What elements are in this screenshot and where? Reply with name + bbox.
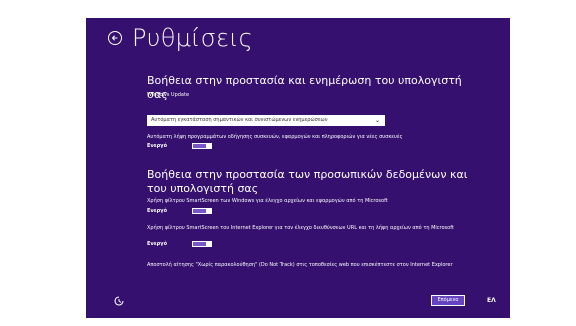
driver-download-state: Ενεργό	[147, 143, 168, 149]
smartscreen-ie-text: Χρήση φίλτρου SmartScreen του Internet E…	[147, 225, 454, 231]
section-heading-update: Βοήθεια στην προστασία και ενημέρωση του…	[147, 74, 462, 101]
language-indicator[interactable]: ΕΛ	[487, 297, 496, 304]
smartscreen-windows-state: Ενεργό	[147, 208, 168, 214]
smartscreen-ie-state: Ενεργό	[147, 241, 168, 247]
toggle-thumb	[206, 143, 212, 149]
chevron-down-icon: ⌄	[374, 117, 380, 124]
do-not-track-text: Αποστολή αίτησης "Χωρίς παρακολούθηση" (…	[147, 262, 453, 268]
smartscreen-ie-toggle[interactable]	[192, 241, 212, 247]
driver-download-toggle[interactable]	[192, 143, 212, 149]
toggle-thumb	[206, 241, 212, 247]
page-title: Ρυθμίσεις	[132, 24, 253, 52]
driver-download-text: Αυτόματη λήψη προγραμμάτων οδήγησης συσκ…	[147, 134, 403, 140]
smartscreen-windows-text: Χρήση φίλτρου SmartScreen των Windows γι…	[147, 198, 388, 204]
windows-update-label: Windows Update	[147, 92, 190, 98]
toggle-thumb	[206, 208, 212, 214]
windows-update-select-value: Αυτόματη εγκατάσταση σημαντικών και συνι…	[151, 117, 328, 123]
ease-of-access-icon[interactable]	[114, 296, 124, 306]
next-button[interactable]: Επόμενο	[431, 295, 465, 306]
settings-screen: Ρυθμίσεις Βοήθεια στην προστασία και ενη…	[86, 18, 510, 318]
smartscreen-windows-toggle[interactable]	[192, 208, 212, 214]
windows-update-select[interactable]: Αυτόματη εγκατάσταση σημαντικών και συνι…	[147, 115, 385, 126]
back-arrow-icon[interactable]	[108, 31, 122, 45]
section-heading-privacy: Βοήθεια στην προστασία των προσωπικών δε…	[147, 168, 468, 195]
